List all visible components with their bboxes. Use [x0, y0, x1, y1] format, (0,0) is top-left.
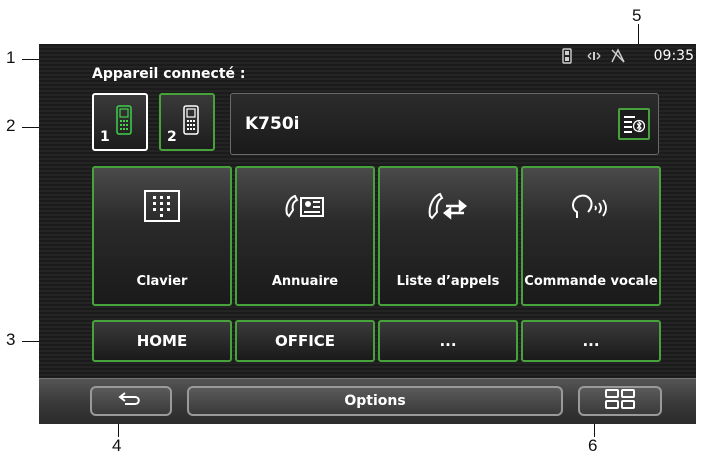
- device-name: K750i: [245, 114, 300, 134]
- tile-liste-appels[interactable]: Liste d’appels: [378, 166, 518, 306]
- mobile-phone-icon: [183, 105, 199, 139]
- bottom-toolbar: Options: [39, 378, 696, 424]
- tile-label: Commande vocale: [524, 274, 658, 289]
- gps-no-signal-icon: [610, 48, 626, 68]
- quick-dial-empty-2[interactable]: ...: [521, 320, 661, 362]
- quick-dial-office[interactable]: OFFICE: [235, 320, 375, 362]
- callout-1: 1: [6, 48, 16, 67]
- clock: 09:35: [653, 48, 694, 64]
- back-button[interactable]: [90, 386, 172, 416]
- back-arrow-icon: [117, 390, 145, 412]
- tile-label: Clavier: [136, 274, 188, 289]
- phonebook-icon: [237, 188, 373, 224]
- grid-menu-button[interactable]: [578, 386, 662, 416]
- callout-2: 2: [6, 116, 16, 135]
- callout-3: 3: [6, 330, 16, 349]
- grid-menu-icon: [604, 389, 636, 413]
- quick-dial-empty-1[interactable]: ...: [378, 320, 518, 362]
- tile-label: Liste d’appels: [396, 274, 500, 289]
- callout-5: 5: [632, 6, 642, 25]
- phone-number-label: 2: [167, 129, 177, 145]
- call-list-icon: [380, 188, 516, 224]
- tile-annuaire[interactable]: Annuaire: [235, 166, 375, 306]
- bluetooth-list-button[interactable]: [618, 108, 650, 140]
- tile-clavier[interactable]: Clavier: [92, 166, 232, 306]
- mobile-phone-icon: [116, 105, 132, 139]
- keypad-icon: [94, 188, 230, 224]
- bluetooth-list-icon: [623, 113, 646, 139]
- phone-2-button[interactable]: 2: [159, 93, 215, 151]
- connected-device-label: Appareil connecté :: [92, 66, 246, 82]
- voice-command-icon: [523, 188, 659, 224]
- phone-screen: 09:35 Appareil connecté : 1 2 K750i Clav…: [39, 44, 696, 424]
- options-button[interactable]: Options: [187, 386, 563, 416]
- callout-6: 6: [588, 436, 598, 455]
- tile-commande-vocale[interactable]: Commande vocale: [521, 166, 661, 306]
- signal-icon: [586, 48, 602, 68]
- phone-number-label: 1: [100, 129, 110, 145]
- phone-icon: [562, 48, 572, 68]
- quick-dial-home[interactable]: HOME: [92, 320, 232, 362]
- device-name-field: K750i: [230, 93, 659, 155]
- phone-1-button[interactable]: 1: [92, 93, 148, 151]
- tile-label: Annuaire: [271, 274, 339, 289]
- callout-4: 4: [112, 436, 122, 455]
